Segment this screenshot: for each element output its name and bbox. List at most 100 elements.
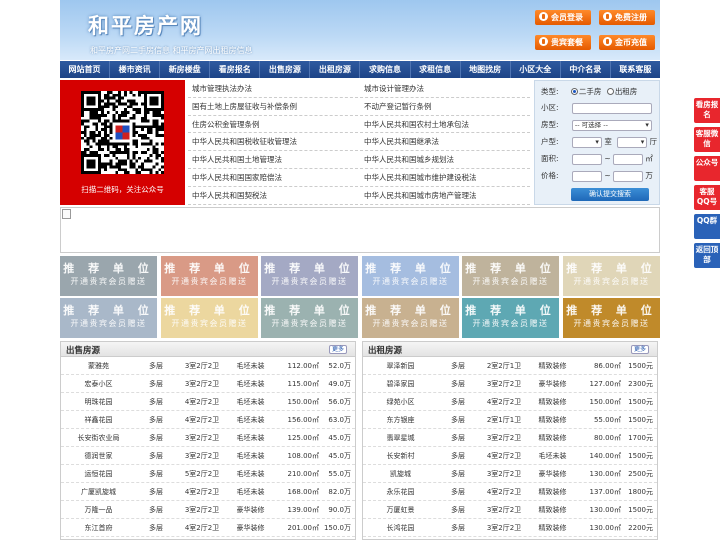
listing-community[interactable]: 凯旋城 [363,465,438,482]
area-max-input[interactable] [613,153,643,165]
listing-community[interactable]: 明珠花园 [61,393,136,410]
promo-slot[interactable]: 推 荐 单 位开通贵宾会员赠送 [60,298,157,338]
price-min-input[interactable] [571,170,602,182]
nav-new-homes[interactable]: 新房楼盘 [160,61,211,78]
listing-community[interactable]: 运恒花园 [61,465,136,482]
link-item[interactable]: 中华人民共和国土地管理法 [188,151,358,169]
listing-community[interactable]: 绿苑小区 [363,393,438,410]
listing-community[interactable]: 万厦虹景 [363,501,438,518]
table-row[interactable]: 运恒花园 多层 5室2厅2卫 毛坯未装 210.00㎡ 55.0万 [61,465,355,483]
listing-community[interactable]: 永乐花园 [363,483,438,500]
link-item[interactable]: 中华人民共和国继承法 [360,133,530,152]
link-item[interactable]: 中华人民共和国国家赔偿法 [188,169,358,187]
listing-community[interactable]: 长安街农业局 [61,429,136,446]
table-row[interactable]: 广厦凯旋城 多层 4室2厅2卫 毛坯未装 168.00㎡ 82.0万 [61,483,355,501]
listing-community[interactable]: 长鸿花园 [363,519,438,536]
type-radio-rental[interactable]: 出租房 [606,87,637,96]
site-logo-title[interactable]: 和平房产网 [88,10,203,40]
table-row[interactable]: 绿苑小区 多层 4室2厅2卫 精致装修 150.00㎡ 1500元 [363,393,657,411]
vip-package-button[interactable]: 贵宾套餐 [535,35,591,50]
link-item[interactable]: 中华人民共和国城市维护建设税法 [360,169,530,187]
table-row[interactable]: 长鸿花园 多层 3室2厅2卫 精致装修 130.00㎡ 2200元 [363,519,657,537]
nav-communities[interactable]: 小区大全 [511,61,561,78]
table-row[interactable]: 碧泽家园 多层 3室2厅2卫 豪华装修 127.00㎡ 2300元 [363,375,657,393]
nav-home[interactable]: 网站首页 [60,61,111,78]
listing-community[interactable]: 德润世家 [61,447,136,464]
promo-slot[interactable]: 推 荐 单 位开通贵宾会员赠送 [60,256,157,296]
link-item[interactable]: 城市设计管理办法 [360,80,530,98]
nav-want-to-buy[interactable]: 求购信息 [360,61,411,78]
link-item[interactable]: 国有土地上房屋征收与补偿条例 [188,98,358,116]
nav-map-search[interactable]: 地图找房 [461,61,511,78]
table-row[interactable]: 凯旋城 多层 3室2厅2卫 豪华装修 130.00㎡ 2500元 [363,465,657,483]
more-button[interactable]: 更多 [328,345,347,354]
link-item[interactable]: 中华人民共和国农村土地承包法 [360,116,530,134]
table-row[interactable]: 蒙雅苑 多层 3室2厅2卫 毛坯未装 112.00㎡ 52.0万 [61,357,355,375]
listing-community[interactable]: 东方银座 [363,411,438,428]
table-row[interactable]: 永乐花园 多层 4室2厅2卫 精致装修 137.00㎡ 1800元 [363,483,657,501]
nav-viewing-signup[interactable]: 看房报名 [210,61,261,78]
ad-banner[interactable] [60,207,660,253]
community-input[interactable] [571,102,652,114]
link-item[interactable]: 不动产登记暂行条例 [360,98,530,116]
promo-slot[interactable]: 推 荐 单 位开通贵宾会员赠送 [261,298,358,338]
promo-slot[interactable]: 推 荐 单 位开通贵宾会员赠送 [362,256,459,296]
listing-community[interactable]: 祥鑫花园 [61,411,136,428]
listing-community[interactable]: 东江首府 [61,519,136,536]
promo-slot[interactable]: 推 荐 单 位开通贵宾会员赠送 [161,256,258,296]
float-bar-item[interactable]: 客服微信 [694,127,720,152]
listing-community[interactable]: 翡翠星城 [363,429,438,446]
room-select[interactable] [571,136,602,148]
more-button[interactable]: 更多 [630,345,649,354]
table-row[interactable]: 东方银座 多层 2室1厅1卫 精致装修 55.00㎡ 1500元 [363,411,657,429]
listing-community[interactable]: 万隆一品 [61,501,136,518]
nav-news[interactable]: 楼市资讯 [110,61,161,78]
login-button[interactable]: 会员登录 [535,10,591,25]
promo-slot[interactable]: 推 荐 单 位开通贵宾会员赠送 [563,256,660,296]
table-row[interactable]: 东江首府 多层 4室2厅2卫 豪华装修 201.00㎡ 150.0万 [61,519,355,537]
float-bar-item[interactable]: 公众号 [694,156,720,181]
link-item[interactable]: 中华人民共和国城市房地产管理法 [360,187,530,205]
listing-community[interactable]: 长安新村 [363,447,438,464]
nav-agencies[interactable]: 中介名录 [561,61,611,78]
link-item[interactable]: 中华人民共和国契税法 [188,187,358,205]
hall-select[interactable] [617,136,648,148]
nav-for-sale[interactable]: 出售房源 [260,61,311,78]
link-item[interactable]: 中华人民共和国城乡规划法 [360,151,530,169]
search-submit-button[interactable]: 确认提交搜索 [571,188,649,201]
table-row[interactable]: 万隆一品 多层 3室2厅2卫 豪华装修 139.00㎡ 90.0万 [61,501,355,519]
house-type-select[interactable]: -- 可选择 -- [571,119,652,131]
table-row[interactable]: 德润世家 多层 3室2厅2卫 毛坯未装 108.00㎡ 45.0万 [61,447,355,465]
float-bar-item[interactable]: 看房报名 [694,98,720,123]
table-row[interactable]: 宏泰小区 多层 3室2厅2卫 毛坯未装 115.00㎡ 49.0万 [61,375,355,393]
table-row[interactable]: 长安街农业局 多层 3室2厅2卫 毛坯未装 125.00㎡ 45.0万 [61,429,355,447]
nav-want-to-rent[interactable]: 求租信息 [411,61,461,78]
promo-slot[interactable]: 推 荐 单 位开通贵宾会员赠送 [161,298,258,338]
table-row[interactable]: 祥鑫花园 多层 4室2厅2卫 毛坯未装 156.00㎡ 63.0万 [61,411,355,429]
type-radio-secondhand[interactable]: 二手房 [570,87,601,96]
promo-slot[interactable]: 推 荐 单 位开通贵宾会员赠送 [261,256,358,296]
promo-slot[interactable]: 推 荐 单 位开通贵宾会员赠送 [462,298,559,338]
table-row[interactable]: 万厦虹景 多层 3室2厅2卫 精致装修 130.00㎡ 1500元 [363,501,657,519]
float-bar-item[interactable]: 返回顶部 [694,243,720,268]
listing-community[interactable]: 广厦凯旋城 [61,483,136,500]
listing-community[interactable]: 碧泽家园 [363,375,438,392]
link-item[interactable]: 中华人民共和国税收征收管理法 [188,133,358,152]
link-item[interactable]: 住房公积金管理条例 [188,116,358,134]
nav-contact[interactable]: 联系客服 [611,61,660,78]
listing-community[interactable]: 宏泰小区 [61,375,136,392]
coin-recharge-button[interactable]: 金币充值 [599,35,655,50]
promo-slot[interactable]: 推 荐 单 位开通贵宾会员赠送 [563,298,660,338]
area-min-input[interactable] [571,153,602,165]
promo-slot[interactable]: 推 荐 单 位开通贵宾会员赠送 [462,256,559,296]
table-row[interactable]: 翠泽新园 多层 2室2厅1卫 精致装修 86.00㎡ 1500元 [363,357,657,375]
table-row[interactable]: 翡翠星城 多层 3室2厅2卫 精致装修 80.00㎡ 1700元 [363,429,657,447]
register-button[interactable]: 免费注册 [599,10,655,25]
promo-slot[interactable]: 推 荐 单 位开通贵宾会员赠送 [362,298,459,338]
link-item[interactable]: 城市管理执法办法 [188,80,358,98]
price-max-input[interactable] [613,170,643,182]
float-bar-item[interactable]: QQ群 [694,214,720,239]
listing-community[interactable]: 翠泽新园 [363,357,438,374]
nav-for-rent[interactable]: 出租房源 [310,61,361,78]
float-bar-item[interactable]: 客服QQ号 [694,185,720,210]
